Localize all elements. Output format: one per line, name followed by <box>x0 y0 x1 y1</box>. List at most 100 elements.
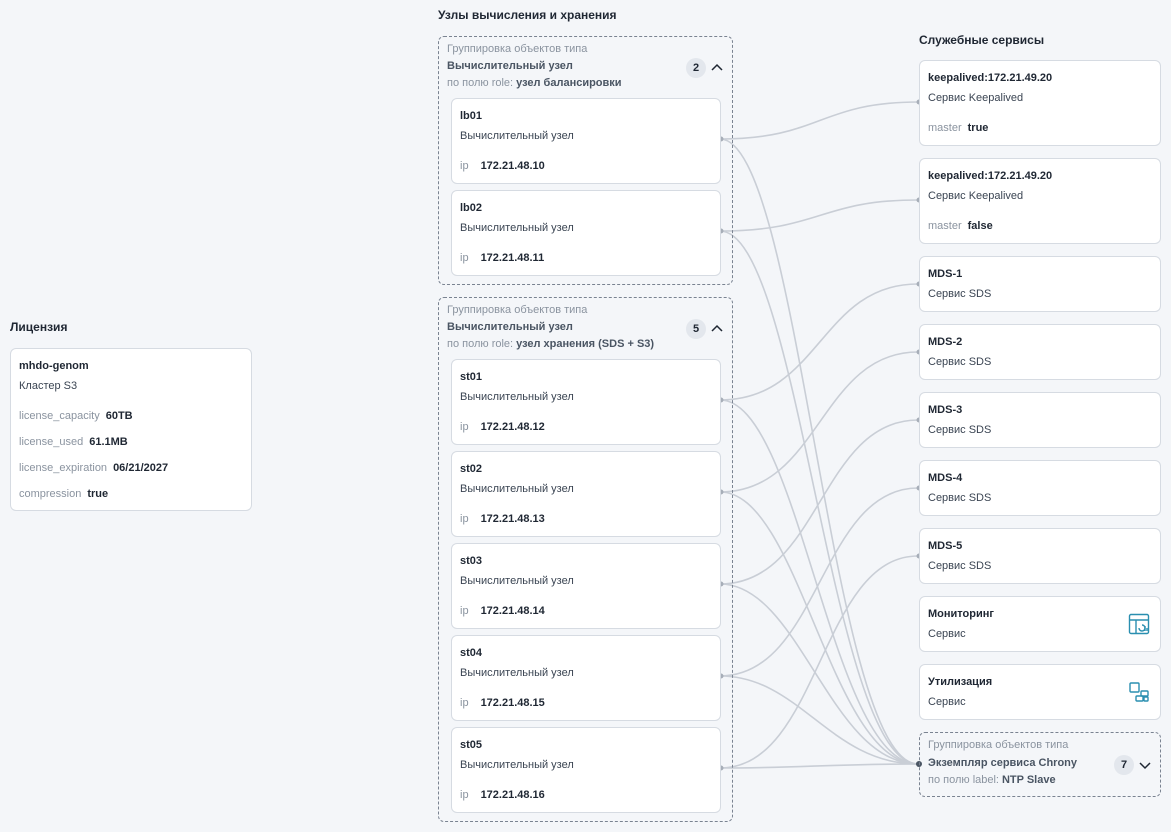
node-ip: ip 172.21.48.10 <box>460 160 545 172</box>
license-card[interactable]: mhdo-genom Кластер S3 license_capacity 60… <box>10 348 252 511</box>
service-name: Утилизация <box>928 676 993 688</box>
node-subtitle: Вычислительный узел <box>460 759 574 771</box>
node-ip: ip 172.21.48.14 <box>460 605 545 617</box>
service-card-mds-3[interactable]: MDS-3 Сервис SDS <box>919 392 1161 448</box>
service-subtitle: Сервис SDS <box>928 288 992 300</box>
chevron-up-icon[interactable] <box>710 322 724 336</box>
link-st04-chrony <box>719 675 919 765</box>
node-subtitle: Вычислительный узел <box>460 667 574 679</box>
node-subtitle: Вычислительный узел <box>460 130 574 142</box>
group-field: по полю role: узел хранения (SDS + S3) <box>447 338 655 350</box>
node-subtitle: Вычислительный узел <box>460 391 574 403</box>
service-name: keepalived:172.21.49.20 <box>928 72 1053 84</box>
service-name: MDS-3 <box>928 404 963 416</box>
service-subtitle: Сервис <box>928 628 966 640</box>
link-st05-chrony <box>719 763 919 769</box>
node-card-st03[interactable]: st03 Вычислительный узел ip 172.21.48.14 <box>451 543 721 629</box>
node-ip: ip 172.21.48.16 <box>460 789 545 801</box>
link-lb01-chrony <box>719 138 919 765</box>
group-type: Вычислительный узел <box>447 60 573 72</box>
link-lb02-keepalived2 <box>719 199 919 232</box>
service-card-mds-5[interactable]: MDS-5 Сервис SDS <box>919 528 1161 584</box>
group-caption: Группировка объектов типа <box>447 304 588 316</box>
service-name: keepalived:172.21.49.20 <box>928 170 1053 182</box>
node-card-st02[interactable]: st02 Вычислительный узел ip 172.21.48.13 <box>451 451 721 537</box>
service-subtitle: Сервис Keepalived <box>928 92 1024 104</box>
service-subtitle: Сервис SDS <box>928 560 992 572</box>
link-lb02-chrony <box>719 230 919 765</box>
service-card-mds-1[interactable]: MDS-1 Сервис SDS <box>919 256 1161 312</box>
node-ip: ip 172.21.48.12 <box>460 421 545 433</box>
license-prop-capacity: license_capacity 60TB <box>19 410 133 422</box>
node-ip: ip 172.21.48.13 <box>460 513 545 525</box>
node-subtitle: Вычислительный узел <box>460 575 574 587</box>
services-section-title: Служебные сервисы <box>919 33 1045 47</box>
service-subtitle: Сервис SDS <box>928 424 992 436</box>
license-name: mhdo-genom <box>19 360 89 372</box>
group-count-badge: 7 <box>1114 755 1134 775</box>
group-field: по полю label: NTP Slave <box>928 774 1056 786</box>
group-type: Вычислительный узел <box>447 321 573 333</box>
service-subtitle: Сервис Keepalived <box>928 190 1024 202</box>
service-card-keepalived-2[interactable]: keepalived:172.21.49.20 Сервис Keepalive… <box>919 158 1161 244</box>
node-card-st01[interactable]: st01 Вычислительный узел ip 172.21.48.12 <box>451 359 721 445</box>
node-card-lb02[interactable]: lb02 Вычислительный узел ip 172.21.48.11 <box>451 190 721 276</box>
link-st01-chrony <box>719 399 919 765</box>
group-caption: Группировка объектов типа <box>928 739 1069 751</box>
service-prop-master: master true <box>928 122 989 134</box>
license-prop-expiration: license_expiration 06/21/2027 <box>19 462 169 474</box>
service-card-monitoring[interactable]: Мониторинг Сервис <box>919 596 1161 652</box>
node-name: lb02 <box>460 202 483 214</box>
license-subtitle: Кластер S3 <box>19 380 78 392</box>
group-balancer-nodes: Группировка объектов типа Вычислительный… <box>438 36 733 285</box>
node-name: lb01 <box>460 110 483 122</box>
link-st01-mds1 <box>719 283 919 401</box>
node-card-st04[interactable]: st04 Вычислительный узел ip 172.21.48.15 <box>451 635 721 721</box>
service-card-keepalived-1[interactable]: keepalived:172.21.49.20 Сервис Keepalive… <box>919 60 1161 146</box>
service-name: Мониторинг <box>928 608 994 620</box>
monitoring-dashboard-icon <box>1128 613 1150 635</box>
node-name: st05 <box>460 739 483 751</box>
group-field: по полю role: узел балансировки <box>447 77 622 89</box>
service-card-mds-2[interactable]: MDS-2 Сервис SDS <box>919 324 1161 380</box>
node-name: st01 <box>460 371 483 383</box>
service-name: MDS-5 <box>928 540 963 552</box>
node-subtitle: Вычислительный узел <box>460 222 574 234</box>
service-subtitle: Сервис SDS <box>928 356 992 368</box>
service-card-utilization[interactable]: Утилизация Сервис <box>919 664 1161 720</box>
node-subtitle: Вычислительный узел <box>460 483 574 495</box>
service-subtitle: Сервис SDS <box>928 492 992 504</box>
group-chrony-instances[interactable]: Группировка объектов типа Экземпляр серв… <box>919 732 1161 797</box>
node-card-lb01[interactable]: lb01 Вычислительный узел ip 172.21.48.10 <box>451 98 721 184</box>
chevron-up-icon[interactable] <box>710 61 724 75</box>
group-caption: Группировка объектов типа <box>447 43 588 55</box>
link-st02-mds2 <box>719 351 919 493</box>
license-section-title: Лицензия <box>10 320 68 334</box>
node-card-st05[interactable]: st05 Вычислительный узел ip 172.21.48.16 <box>451 727 721 813</box>
group-count-badge: 2 <box>686 58 706 78</box>
chevron-down-icon[interactable] <box>1138 758 1152 772</box>
link-lb01-keepalived1 <box>719 101 919 140</box>
link-st04-mds4 <box>719 487 919 677</box>
node-ip: ip 172.21.48.15 <box>460 697 545 709</box>
group-count-badge: 5 <box>686 319 706 339</box>
node-ip: ip 172.21.48.11 <box>460 252 545 264</box>
service-subtitle: Сервис <box>928 696 966 708</box>
group-storage-nodes: Группировка объектов типа Вычислительный… <box>438 297 733 822</box>
link-st03-chrony <box>719 583 919 765</box>
utilization-blocks-icon <box>1129 682 1149 702</box>
link-st05-mds5 <box>719 555 919 769</box>
service-card-mds-4[interactable]: MDS-4 Сервис SDS <box>919 460 1161 516</box>
license-prop-compression: compression true <box>19 488 109 500</box>
link-st02-chrony <box>719 491 919 765</box>
link-st03-mds3 <box>719 419 919 585</box>
nodes-section-title: Узлы вычисления и хранения <box>438 8 617 22</box>
node-name: st03 <box>460 555 483 567</box>
service-name: MDS-4 <box>928 472 963 484</box>
license-prop-used: license_used 61.1MB <box>19 436 128 448</box>
group-type: Экземпляр сервиса Chrony <box>928 757 1077 769</box>
service-name: MDS-2 <box>928 336 963 348</box>
service-name: MDS-1 <box>928 268 963 280</box>
service-prop-master: master false <box>928 220 993 232</box>
node-name: st04 <box>460 647 483 659</box>
